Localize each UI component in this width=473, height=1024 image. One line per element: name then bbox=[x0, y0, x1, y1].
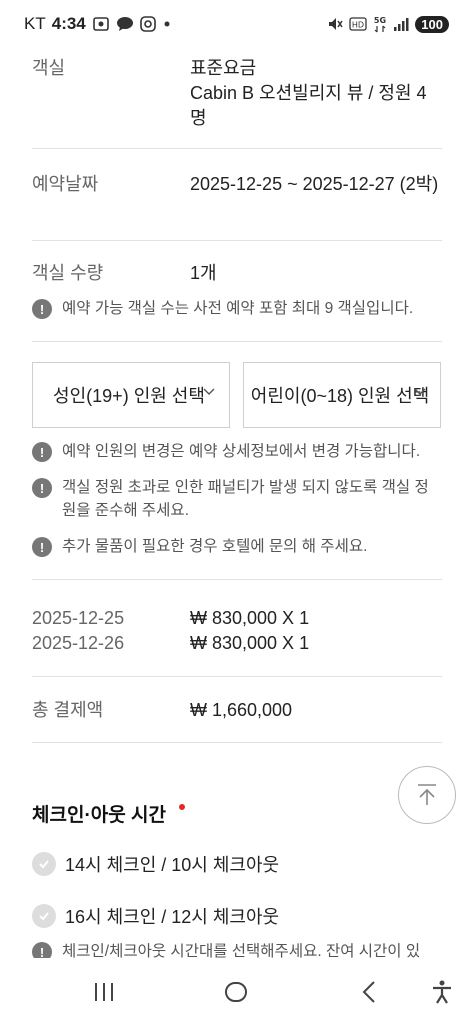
room-label: 객실 bbox=[32, 58, 66, 78]
price-amount: ₩ 830,000 X 1 bbox=[190, 633, 310, 653]
recent-apps-icon bbox=[95, 983, 113, 1001]
quantity-value: 1개 bbox=[190, 263, 217, 283]
guest-note-text: 추가 물품이 필요한 경우 호텔에 문의 해 주세요. bbox=[62, 538, 368, 555]
total-value: ₩ 1,660,000 bbox=[190, 700, 293, 720]
recent-apps-button[interactable] bbox=[92, 980, 116, 1004]
required-indicator bbox=[179, 804, 185, 810]
dot-icon bbox=[162, 19, 172, 29]
arrow-up-icon bbox=[418, 784, 436, 805]
dates-value: 2025-12-25 ~ 2025-12-27 (2박) bbox=[190, 174, 439, 194]
back-button[interactable] bbox=[358, 980, 382, 1004]
scroll-to-top-button[interactable] bbox=[398, 766, 456, 824]
check-circle-icon bbox=[32, 904, 56, 928]
guest-note: ! 예약 인원의 변경은 예약 상세정보에서 변경 가능합니다. bbox=[32, 440, 432, 463]
total-label: 총 결제액 bbox=[32, 700, 104, 720]
guest-note-text: 객실 정원 초과로 인한 패널티가 발생 되지 않도록 객실 정원을 준수해 주… bbox=[62, 479, 429, 519]
quantity-note-text: 예약 가능 객실 수는 사전 예약 포함 최대 9 객실입니다. bbox=[62, 300, 414, 317]
checkin-note: ! 체크인/체크아웃 시간대를 선택해주세요. 잔여 시간이 있 bbox=[32, 940, 432, 958]
price-date: 2025-12-25 bbox=[32, 608, 125, 628]
dates-label: 예약날짜 bbox=[32, 174, 99, 194]
info-icon: ! bbox=[32, 537, 52, 557]
info-icon: ! bbox=[32, 942, 52, 958]
room-name: Cabin B 오션빌리지 뷰 / 정원 4명 bbox=[190, 83, 427, 128]
booking-form: 객실 표준요금 Cabin B 오션빌리지 뷰 / 정원 4명 예약날짜 202… bbox=[0, 48, 473, 958]
adult-count-select[interactable]: 성인(19+) 인원 선택 bbox=[32, 362, 230, 428]
info-icon: ! bbox=[32, 442, 52, 462]
divider bbox=[32, 742, 442, 743]
checkin-note-text: 체크인/체크아웃 시간대를 선택해주세요. 잔여 시간이 있 bbox=[62, 943, 421, 958]
battery-indicator: 100 bbox=[415, 15, 449, 33]
info-icon: ! bbox=[32, 299, 52, 319]
status-bar: KT 4:34 HD 5G 100 bbox=[0, 0, 473, 48]
chevron-down-icon bbox=[203, 388, 215, 395]
signal-icon bbox=[393, 16, 409, 32]
room-rate: 표준요금 bbox=[190, 58, 257, 78]
child-select-label: 어린이(0~18) 인원 선택 bbox=[250, 386, 430, 406]
adult-select-label: 성인(19+) 인원 선택 bbox=[53, 386, 205, 406]
room-row: 객실 표준요금 Cabin B 오션빌리지 뷰 / 정원 4명 bbox=[32, 56, 442, 136]
quantity-row: 객실 수량 1개 bbox=[32, 261, 442, 286]
divider bbox=[32, 148, 442, 149]
child-count-select[interactable]: 어린이(0~18) 인원 선택 bbox=[243, 362, 441, 428]
status-right: HD 5G 100 bbox=[327, 15, 449, 33]
divider bbox=[32, 240, 442, 241]
screenshot-icon bbox=[92, 15, 110, 33]
check-circle-icon bbox=[32, 852, 56, 876]
talk-chat-icon bbox=[116, 15, 134, 33]
quantity-label: 객실 수량 bbox=[32, 263, 104, 283]
checkin-option-label: 16시 체크인 / 12시 체크아웃 bbox=[65, 907, 280, 927]
price-date: 2025-12-26 bbox=[32, 633, 125, 653]
clock: 4:34 bbox=[51, 14, 86, 33]
divider bbox=[32, 341, 442, 342]
dates-row: 예약날짜 2025-12-25 ~ 2025-12-27 (2박) bbox=[32, 172, 442, 222]
total-row: 총 결제액 ₩ 1,660,000 bbox=[32, 698, 442, 723]
navigation-bar bbox=[0, 958, 473, 1024]
hd-icon: HD bbox=[349, 17, 367, 31]
guest-note-text: 예약 인원의 변경은 예약 상세정보에서 변경 가능합니다. bbox=[62, 443, 421, 460]
guest-note: ! 추가 물품이 필요한 경우 호텔에 문의 해 주세요. bbox=[32, 535, 432, 558]
checkin-option[interactable]: 16시 체크인 / 12시 체크아웃 bbox=[32, 903, 279, 929]
info-icon: ! bbox=[32, 478, 52, 498]
home-icon bbox=[225, 982, 247, 1002]
accessibility-icon bbox=[433, 980, 451, 1004]
checkin-option-label: 14시 체크인 / 10시 체크아웃 bbox=[65, 855, 280, 875]
back-icon bbox=[362, 981, 375, 1003]
divider bbox=[32, 579, 442, 580]
checkin-section-title: 체크인·아웃 시간 bbox=[32, 805, 166, 826]
status-left: KT 4:34 bbox=[24, 14, 172, 34]
divider bbox=[32, 676, 442, 677]
home-button[interactable] bbox=[224, 980, 248, 1004]
room-value: 표준요금 Cabin B 오션빌리지 뷰 / 정원 4명 bbox=[190, 56, 442, 131]
accessibility-button[interactable] bbox=[430, 980, 454, 1004]
chevron-down-icon bbox=[414, 388, 426, 395]
quantity-note: ! 예약 가능 객실 수는 사전 예약 포함 최대 9 객실입니다. bbox=[32, 297, 432, 320]
carrier-label: KT bbox=[24, 14, 46, 33]
instagram-icon bbox=[139, 16, 156, 32]
svg-text:HD: HD bbox=[352, 21, 364, 30]
5g-icon: 5G bbox=[373, 15, 387, 33]
mute-icon bbox=[327, 16, 343, 32]
guest-note: ! 객실 정원 초과로 인한 패널티가 발생 되지 않도록 객실 정원을 준수해… bbox=[32, 476, 432, 522]
price-amount: ₩ 830,000 X 1 bbox=[190, 608, 310, 628]
svg-text:5G: 5G bbox=[374, 16, 386, 25]
checkin-option[interactable]: 14시 체크인 / 10시 체크아웃 bbox=[32, 851, 279, 877]
